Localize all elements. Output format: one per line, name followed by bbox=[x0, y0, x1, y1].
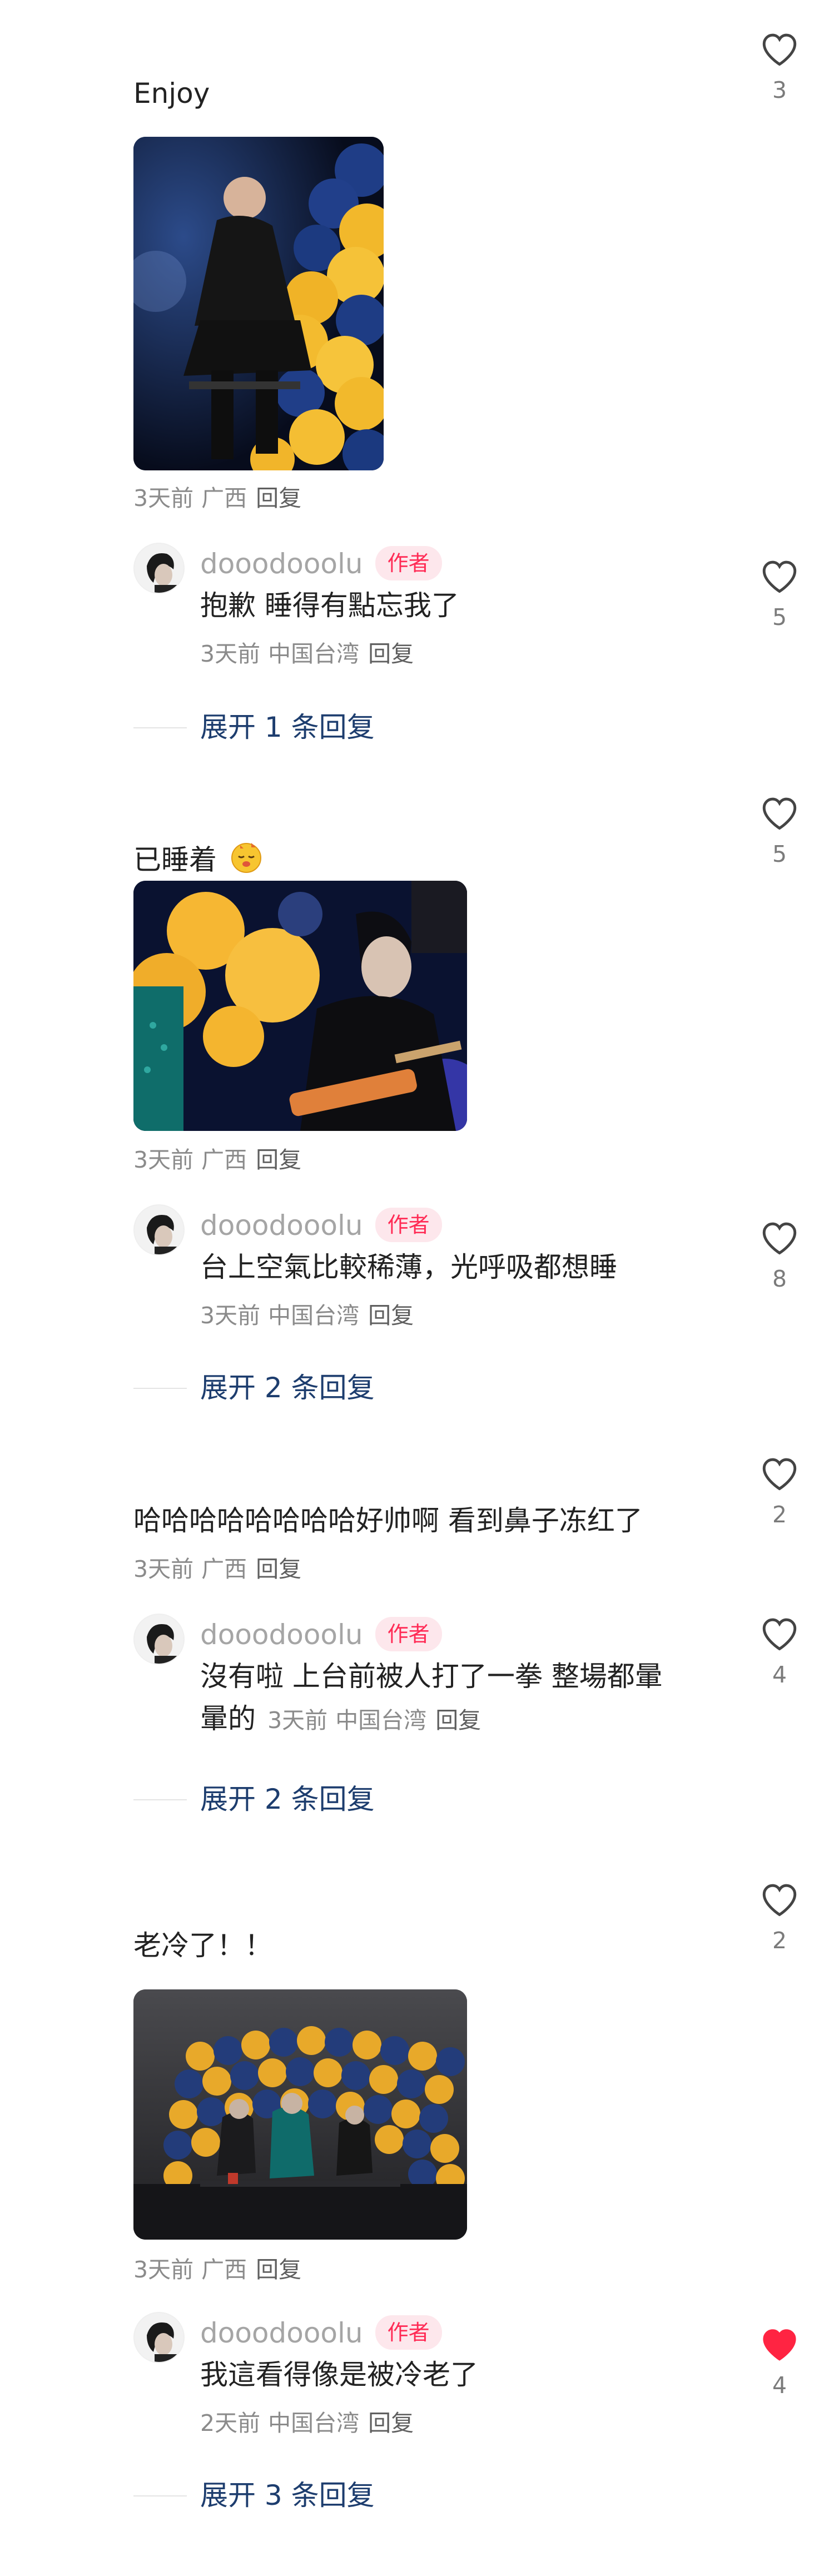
like-count: 5 bbox=[772, 604, 787, 631]
reply-button[interactable]: 回复 bbox=[435, 1707, 481, 1734]
reply-meta: 2天前 中国台湾 回复 bbox=[200, 2408, 414, 2439]
like-count: 2 bbox=[772, 1501, 787, 1528]
reply-author-name[interactable]: dooodooolu bbox=[200, 2317, 363, 2349]
heart-outline-icon bbox=[759, 1879, 800, 1920]
like-button[interactable]: 5 bbox=[752, 793, 807, 867]
reply-location: 中国台湾 bbox=[335, 1707, 427, 1734]
expand-replies-button[interactable]: 展开 2 条回复 bbox=[200, 1781, 375, 1817]
reply-time: 3天前 bbox=[267, 1707, 328, 1734]
author-badge: 作者 bbox=[375, 1617, 442, 1651]
like-count: 4 bbox=[772, 1661, 787, 1688]
comment-image[interactable] bbox=[133, 881, 467, 1131]
reply-author-row: dooodooolu 作者 bbox=[200, 1208, 442, 1243]
reply-author-row: dooodooolu 作者 bbox=[200, 2315, 442, 2351]
reply-button[interactable]: 回复 bbox=[256, 1146, 301, 1173]
reply-meta: 3天前 中国台湾 回复 bbox=[200, 638, 414, 669]
reply-location: 中国台湾 bbox=[268, 2410, 360, 2436]
reply-author-row: dooodooolu 作者 bbox=[200, 546, 442, 582]
reply-author-name[interactable]: dooodooolu bbox=[200, 548, 363, 580]
like-button[interactable]: 3 bbox=[752, 29, 807, 103]
comment-location: 广西 bbox=[201, 485, 247, 512]
comment-meta: 3天前 广西 回复 bbox=[133, 1553, 301, 1585]
comment-image[interactable] bbox=[133, 1989, 467, 2240]
expand-replies-button[interactable]: 展开 3 条回复 bbox=[200, 2478, 375, 2513]
comment-meta: 3天前 广西 回复 bbox=[133, 483, 301, 514]
avatar[interactable] bbox=[133, 1204, 185, 1255]
heart-outline-icon bbox=[759, 1614, 800, 1655]
sleeping-face-sticker-icon bbox=[229, 840, 264, 884]
like-button[interactable]: 2 bbox=[752, 1879, 807, 1954]
avatar[interactable] bbox=[133, 1614, 185, 1665]
comment-text-content: 已睡着 bbox=[133, 843, 217, 876]
comment-time: 3天前 bbox=[133, 1146, 194, 1173]
reply-time: 3天前 bbox=[200, 641, 261, 667]
divider bbox=[133, 1388, 187, 1389]
reply-text[interactable]: 我這看得像是被冷老了 bbox=[200, 2355, 478, 2394]
reply-button[interactable]: 回复 bbox=[368, 641, 414, 667]
reply-author-name[interactable]: dooodooolu bbox=[200, 1209, 363, 1242]
reply-text[interactable]: 抱歉 睡得有點忘我了 bbox=[200, 586, 459, 625]
comment-location: 广西 bbox=[201, 1146, 247, 1173]
reply-like-button[interactable]: 8 bbox=[752, 1218, 807, 1292]
reply-time: 3天前 bbox=[200, 1302, 261, 1329]
reply-meta: 3天前 中国台湾 回复 bbox=[267, 1707, 481, 1734]
avatar[interactable] bbox=[133, 2312, 185, 2363]
reply-text-continued: 暈的 3天前 中国台湾 回复 bbox=[200, 1699, 481, 1738]
reply-time: 2天前 bbox=[200, 2410, 261, 2436]
heart-outline-icon bbox=[759, 793, 800, 834]
heart-outline-icon bbox=[759, 1453, 800, 1495]
heart-outline-icon bbox=[759, 1218, 800, 1259]
comment-location: 广西 bbox=[201, 1556, 247, 1582]
reply-author-name[interactable]: dooodooolu bbox=[200, 1619, 363, 1651]
reply-text[interactable]: 沒有啦 上台前被人打了一拳 整場都暈 bbox=[200, 1657, 663, 1696]
comment-time: 3天前 bbox=[133, 485, 194, 512]
reply-like-button[interactable]: 4 bbox=[752, 1614, 807, 1688]
expand-replies-button[interactable]: 展开 1 条回复 bbox=[200, 709, 375, 745]
heart-filled-icon bbox=[759, 2324, 800, 2365]
comment-location: 广西 bbox=[201, 2256, 247, 2283]
like-count: 8 bbox=[772, 1265, 787, 1292]
reply-author-row: dooodooolu 作者 bbox=[200, 1617, 442, 1652]
author-badge: 作者 bbox=[375, 546, 442, 580]
heart-outline-icon bbox=[759, 29, 800, 70]
comment-image[interactable] bbox=[133, 137, 384, 470]
reply-location: 中国台湾 bbox=[268, 641, 360, 667]
expand-replies-button[interactable]: 展开 2 条回复 bbox=[200, 1370, 375, 1406]
reply-like-button[interactable]: 4 bbox=[752, 2324, 807, 2399]
reply-like-button[interactable]: 5 bbox=[752, 556, 807, 631]
comment-time: 3天前 bbox=[133, 2256, 194, 2283]
reply-location: 中国台湾 bbox=[268, 1302, 360, 1329]
comment-meta: 3天前 广西 回复 bbox=[133, 2254, 301, 2285]
divider bbox=[133, 2495, 187, 2496]
reply-button[interactable]: 回复 bbox=[256, 2256, 301, 2283]
comment-text[interactable]: 老冷了！！ bbox=[133, 1926, 272, 1965]
divider bbox=[133, 1799, 187, 1800]
author-badge: 作者 bbox=[375, 1208, 442, 1242]
reply-button[interactable]: 回复 bbox=[256, 1556, 301, 1582]
like-count: 2 bbox=[772, 1927, 787, 1954]
reply-button[interactable]: 回复 bbox=[368, 1302, 414, 1329]
comment-time: 3天前 bbox=[133, 1556, 194, 1582]
reply-meta: 3天前 中国台湾 回复 bbox=[200, 1300, 414, 1331]
avatar[interactable] bbox=[133, 543, 185, 594]
like-button[interactable]: 2 bbox=[752, 1453, 807, 1528]
reply-button[interactable]: 回复 bbox=[256, 485, 301, 512]
author-badge: 作者 bbox=[375, 2315, 442, 2350]
comment-text[interactable]: 哈哈哈哈哈哈哈哈好帅啊 看到鼻子冻红了 bbox=[133, 1501, 643, 1540]
heart-outline-icon bbox=[759, 556, 800, 597]
reply-text[interactable]: 台上空氣比較稀薄，光呼吸都想睡 bbox=[200, 1248, 617, 1287]
like-count: 4 bbox=[772, 2372, 787, 2399]
like-count: 3 bbox=[772, 77, 787, 103]
reply-button[interactable]: 回复 bbox=[368, 2410, 414, 2436]
like-count: 5 bbox=[772, 841, 787, 867]
divider bbox=[133, 727, 187, 728]
comment-text[interactable]: Enjoy bbox=[133, 74, 210, 113]
comment-meta: 3天前 广西 回复 bbox=[133, 1144, 301, 1175]
reply-text-line2[interactable]: 暈的 bbox=[200, 1703, 256, 1735]
comment-text[interactable]: 已睡着 bbox=[133, 840, 264, 884]
